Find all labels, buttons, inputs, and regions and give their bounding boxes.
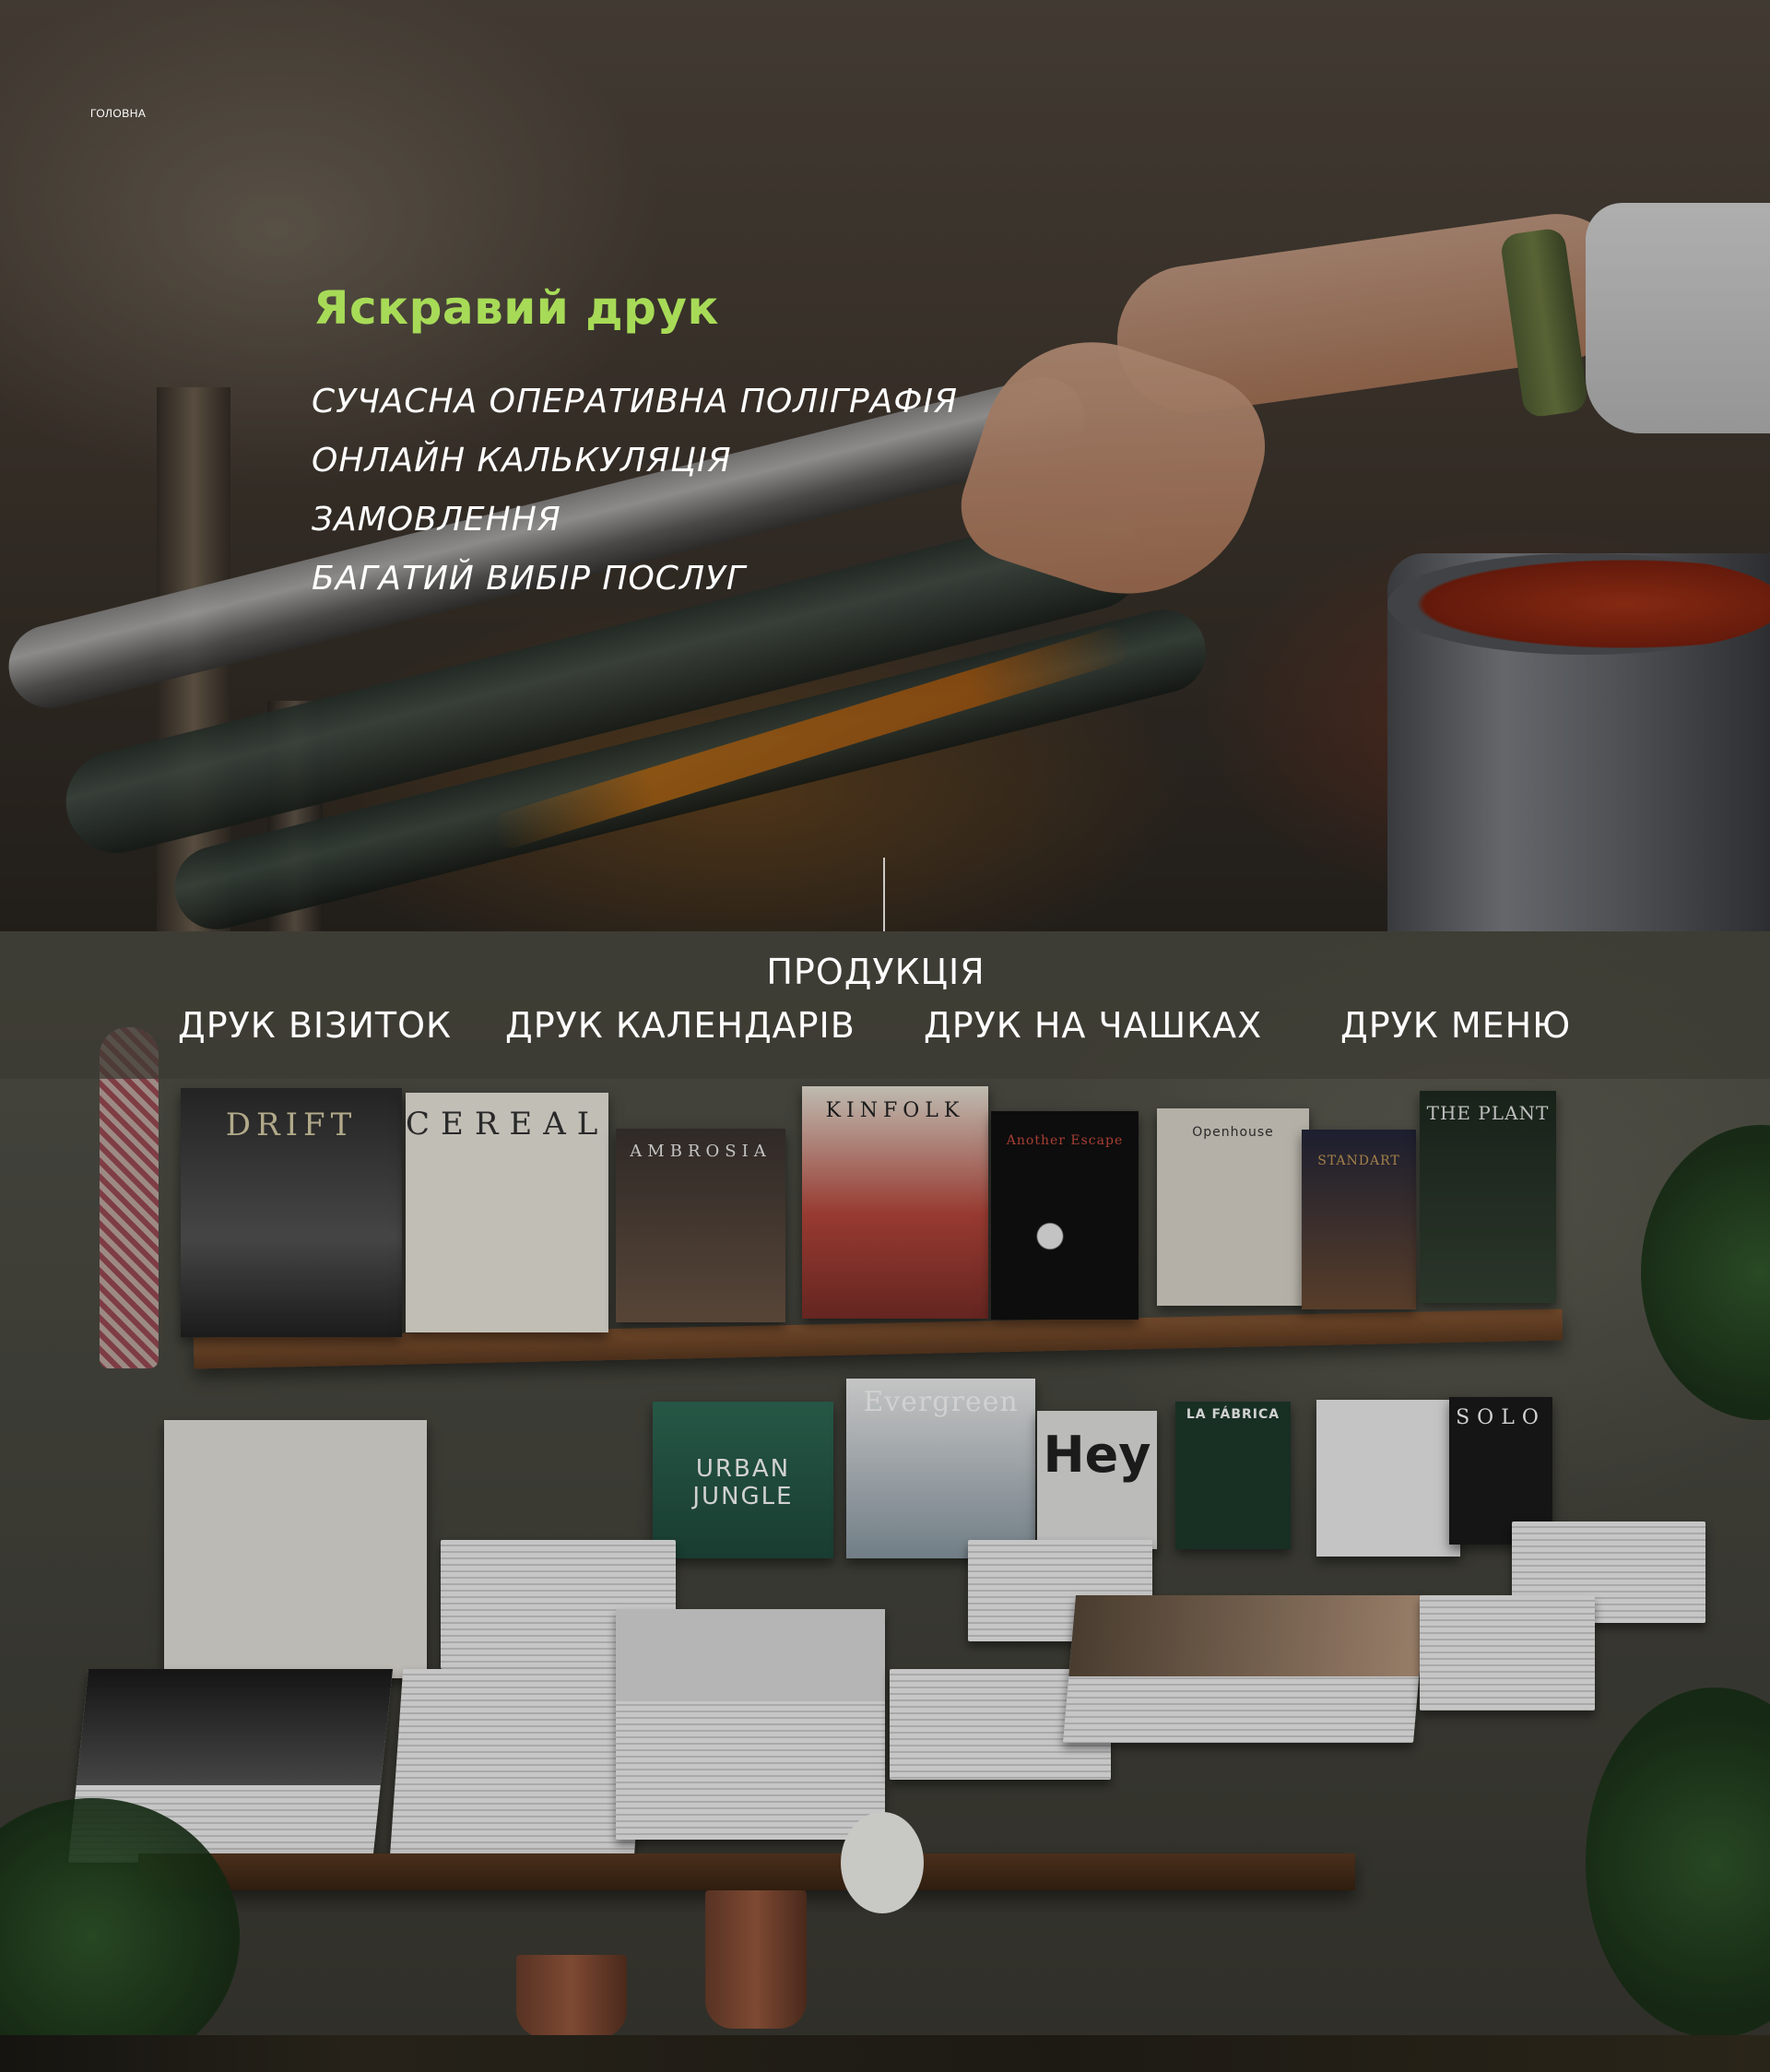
feature-item: Сучасна оперативна поліграфія xyxy=(312,383,959,420)
feature-list: Сучасна оперативна поліграфія Онлайн кал… xyxy=(312,373,958,609)
feature-item: Багатий вибір послуг xyxy=(312,560,747,598)
breadcrumb-home-link[interactable]: Головна xyxy=(90,107,146,120)
product-link-business-cards[interactable]: Друк візиток xyxy=(178,1005,452,1046)
product-link-mugs[interactable]: Друк на чашках xyxy=(924,1005,1262,1046)
product-link-menus[interactable]: Друк меню xyxy=(1340,1005,1571,1046)
product-link-calendars[interactable]: Друк календарів xyxy=(505,1005,856,1046)
products-section: DRIFT CEREAL AMBROSIA KINFOLK Another Es… xyxy=(0,931,1770,2035)
brand-title: Яскравий друк xyxy=(313,281,719,335)
hero-divider-line xyxy=(883,858,885,931)
products-overlay xyxy=(0,931,1770,2035)
feature-item: Онлайн калькуляція xyxy=(312,442,732,480)
products-title: Продукція xyxy=(766,952,985,992)
hero-section: Головна Яскравий друк Сучасна оперативна… xyxy=(0,0,1770,931)
products-nav: Друк візиток Друк календарів Друк на чаш… xyxy=(0,1005,1770,1064)
next-section-strip xyxy=(0,2035,1770,2072)
feature-item: Замовлення xyxy=(312,501,561,539)
